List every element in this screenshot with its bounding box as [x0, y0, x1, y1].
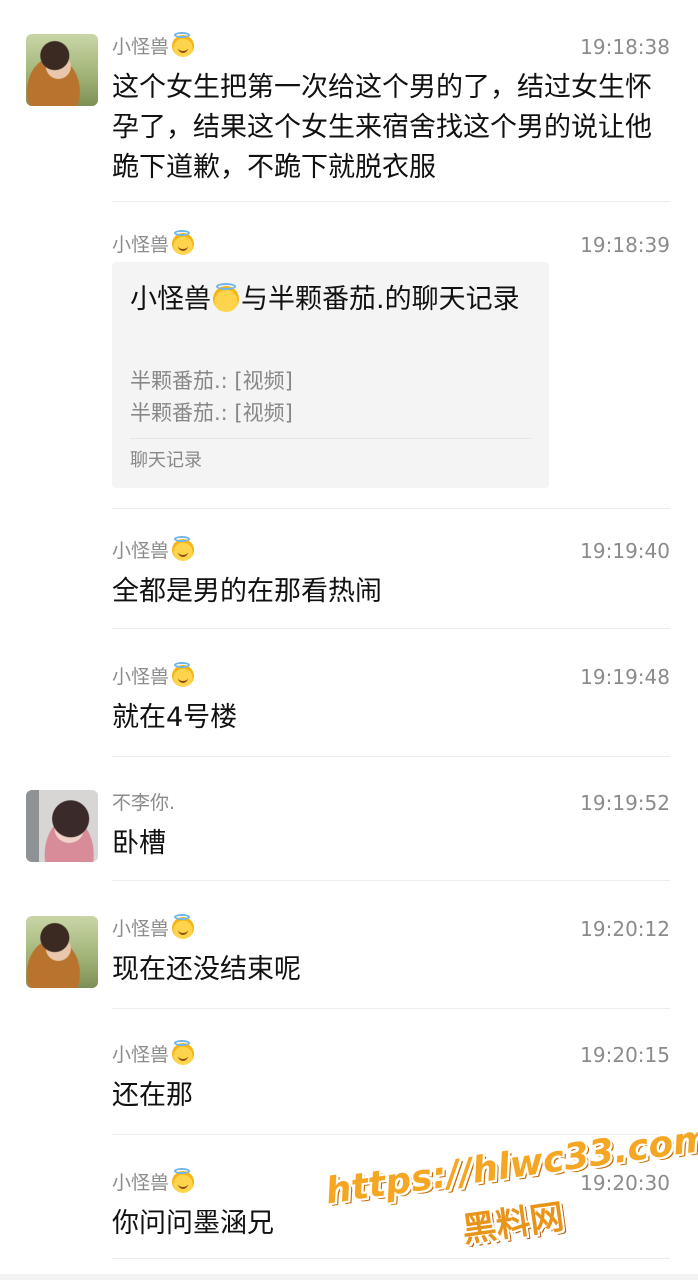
chat-message: 小怪兽 19:18:39 小怪兽 与半颗番茄.的聊天记录 半颗番茄.: [视频] …: [0, 230, 698, 492]
sender-name: 小怪兽: [112, 662, 195, 690]
angel-emoji-icon: [172, 32, 195, 57]
sender-name: 小怪兽: [112, 1168, 195, 1196]
divider: [112, 756, 670, 757]
bottom-edge: [0, 1274, 698, 1280]
sender-name: 小怪兽: [112, 32, 195, 60]
user-avatar[interactable]: [26, 34, 98, 106]
user-avatar[interactable]: [26, 790, 98, 862]
sender-name: 小怪兽: [112, 536, 195, 564]
sender-name: 小怪兽: [112, 914, 195, 942]
angel-emoji-icon: [172, 1040, 195, 1065]
sender-name: 小怪兽: [112, 230, 195, 258]
angel-emoji-icon: [172, 1168, 195, 1193]
card-title: 小怪兽 与半颗番茄.的聊天记录: [130, 283, 520, 315]
divider: [112, 628, 670, 629]
chat-message: 小怪兽 19:19:40 全都是男的在那看热闹: [0, 536, 698, 618]
angel-emoji-icon: [172, 536, 195, 561]
card-divider: [130, 438, 531, 439]
divider: [112, 201, 670, 202]
angel-emoji-icon: [172, 662, 195, 687]
card-preview-line: 半颗番茄.: [视频]: [130, 401, 293, 425]
timestamp: 19:19:48: [580, 665, 670, 689]
chat-history-card[interactable]: 小怪兽 与半颗番茄.的聊天记录 半颗番茄.: [视频] 半颗番茄.: [视频] 聊…: [112, 262, 549, 488]
sender-name: 小怪兽: [112, 1040, 195, 1068]
card-footer-label: 聊天记录: [130, 450, 202, 471]
timestamp: 19:20:12: [580, 917, 670, 941]
divider: [112, 1008, 670, 1009]
divider: [112, 880, 670, 881]
chat-message: 小怪兽 19:20:15 还在那: [0, 1040, 698, 1122]
timestamp: 19:18:39: [580, 233, 670, 257]
timestamp: 19:19:40: [580, 539, 670, 563]
chat-message: 小怪兽 19:18:38 这个女生把第一次给这个男的了，结过女生怀孕了，结果这个…: [0, 32, 698, 204]
timestamp: 19:19:52: [580, 791, 670, 815]
timestamp: 19:20:15: [580, 1043, 670, 1067]
message-text: 就在4号楼: [112, 702, 238, 733]
message-text: 全都是男的在那看热闹: [112, 576, 382, 607]
chat-message: 不李你. 19:19:52 卧槽: [0, 790, 698, 870]
angel-emoji-icon: [213, 283, 239, 312]
message-text: 卧槽: [112, 828, 166, 859]
divider: [112, 508, 670, 509]
user-avatar[interactable]: [26, 916, 98, 988]
card-preview-line: 半颗番茄.: [视频]: [130, 369, 293, 393]
angel-emoji-icon: [172, 914, 195, 939]
chat-message: 小怪兽 19:19:48 就在4号楼: [0, 662, 698, 744]
chat-message: 小怪兽 19:20:12 现在还没结束呢: [0, 914, 698, 996]
message-text: 这个女生把第一次给这个男的了，结过女生怀孕了，结果这个女生来宿舍找这个男的说让他…: [112, 72, 652, 183]
sender-name: 不李你.: [112, 792, 176, 814]
message-text: 还在那: [112, 1080, 193, 1111]
angel-emoji-icon: [172, 230, 195, 255]
timestamp: 19:18:38: [580, 35, 670, 59]
message-text: 现在还没结束呢: [112, 954, 301, 985]
